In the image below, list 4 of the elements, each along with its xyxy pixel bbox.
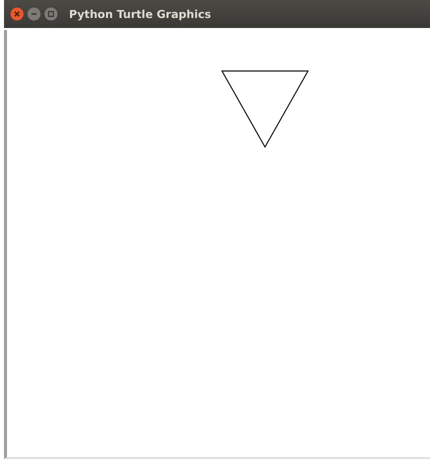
minimize-icon[interactable] — [27, 7, 41, 21]
maximize-icon[interactable] — [44, 7, 58, 21]
window-title: Python Turtle Graphics — [69, 8, 212, 20]
close-icon[interactable] — [10, 7, 24, 21]
